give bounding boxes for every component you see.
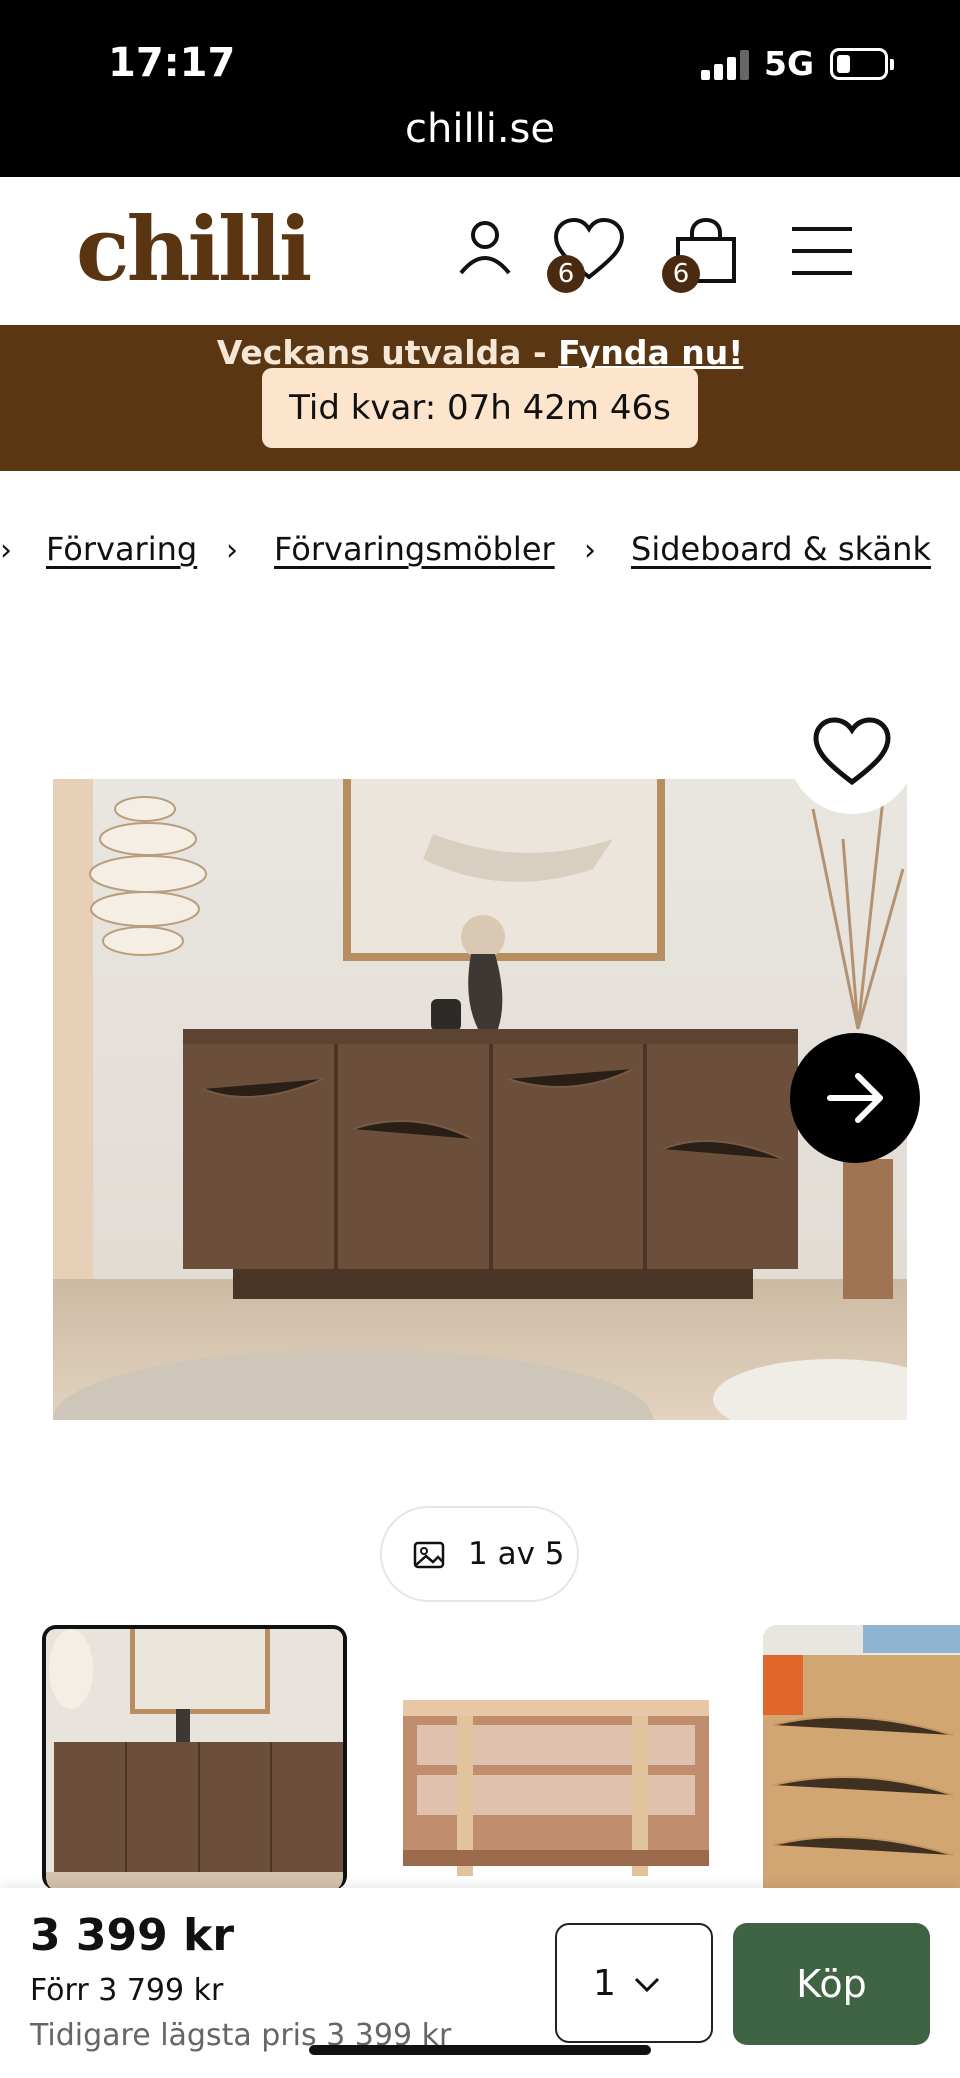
menu-icon[interactable]	[792, 225, 852, 281]
site-header: chilli 6 6	[0, 177, 960, 325]
status-bar: 17:17 5G chilli.se	[0, 0, 960, 177]
price: 3 399 kr	[30, 1910, 235, 1961]
breadcrumb-item-sideboard[interactable]: Sideboard & skänk	[631, 530, 931, 568]
cart-count-badge: 6	[662, 255, 700, 293]
favorite-button[interactable]	[788, 686, 916, 814]
promo-text: Veckans utvalda - Fynda nu!	[0, 333, 960, 372]
breadcrumb-item-forvaringsmobler[interactable]: Förvaringsmöbler	[274, 530, 555, 568]
wishlist-count-badge: 6	[547, 255, 585, 293]
image-counter-label: 1 av 5	[468, 1536, 565, 1572]
logo[interactable]: chilli	[76, 197, 312, 301]
thumbnail-2[interactable]	[397, 1625, 715, 1890]
next-image-button[interactable]	[790, 1033, 920, 1163]
image-counter: 1 av 5	[380, 1506, 579, 1602]
breadcrumb-separator: ›	[0, 533, 12, 568]
chevron-down-icon	[634, 1977, 660, 1993]
image-icon	[413, 1541, 445, 1569]
product-image[interactable]	[53, 779, 907, 1420]
promo-link[interactable]: Fynda nu!	[558, 333, 743, 372]
arrow-right-icon	[827, 1073, 883, 1123]
thumbnail-1[interactable]	[42, 1625, 347, 1890]
countdown-timer: Tid kvar: 07h 42m 46s	[262, 368, 698, 448]
home-indicator	[309, 2045, 651, 2055]
quantity-select[interactable]: 1	[555, 1923, 713, 2043]
thumbnail-3[interactable]	[763, 1625, 960, 1890]
breadcrumb-item-forvaring[interactable]: Förvaring	[46, 530, 197, 568]
promo-label: Veckans utvalda -	[216, 333, 559, 372]
heart-icon	[813, 717, 891, 786]
network-label: 5G	[764, 44, 815, 83]
promo-banner: Veckans utvalda - Fynda nu! Tid kvar: 07…	[0, 325, 960, 471]
account-icon[interactable]	[455, 217, 515, 287]
buy-button[interactable]: Köp	[733, 1923, 930, 2045]
breadcrumb-separator: ›	[584, 533, 596, 568]
quantity-value: 1	[593, 1963, 616, 2004]
url-bar[interactable]: chilli.se	[0, 106, 960, 152]
status-time: 17:17	[108, 40, 236, 86]
breadcrumb: › Förvaring › Förvaringsmöbler › Sideboa…	[0, 530, 960, 580]
battery-icon	[830, 48, 894, 80]
old-price: Förr 3 799 kr	[30, 1973, 224, 2008]
breadcrumb-separator: ›	[226, 533, 238, 568]
signal-icon	[701, 50, 751, 80]
